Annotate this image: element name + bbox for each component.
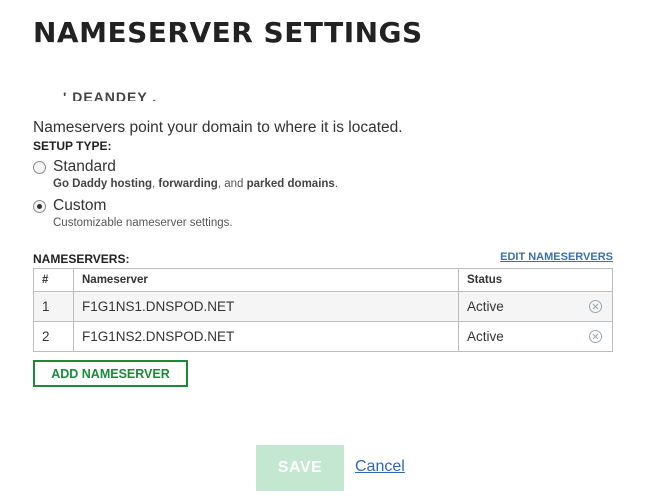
column-header-nameserver: Nameserver (73, 268, 459, 292)
help-part-sep2: , and (217, 178, 247, 190)
standard-label: Standard (53, 158, 116, 175)
table-row: 2 F1G1NS2.DNSPOD.NET Active (33, 321, 613, 352)
remove-circle-icon[interactable] (589, 300, 602, 313)
column-header-number: # (33, 268, 74, 292)
remove-circle-icon[interactable] (589, 330, 602, 343)
nameservers-table: # Nameserver Status 1 F1G1NS1.DNSPOD.NET… (33, 268, 613, 352)
table-header-row: # Nameserver Status (33, 268, 613, 292)
row-nameserver: F1G1NS1.DNSPOD.NET (73, 291, 459, 322)
page-title: NAMESERVER SETTINGS (33, 16, 423, 49)
radio-option-custom[interactable]: Custom (33, 197, 106, 215)
nameservers-label: NAMESERVERS: (33, 252, 130, 266)
save-button[interactable]: SAVE (256, 445, 344, 491)
setup-description: Nameservers point your domain to where i… (33, 119, 403, 136)
table-row: 1 F1G1NS1.DNSPOD.NET Active (33, 291, 613, 322)
row-status-cell: Active (458, 291, 613, 322)
row-number: 1 (33, 291, 74, 322)
clipped-text-fragment: ' DEANDEY , (33, 84, 333, 101)
edit-nameservers-link[interactable]: EDIT NAMESERVERS (500, 251, 613, 263)
custom-label: Custom (53, 197, 107, 214)
row-number: 2 (33, 321, 74, 352)
help-part-forwarding: forwarding (158, 178, 218, 190)
add-nameserver-button[interactable]: ADD NAMESERVER (33, 360, 188, 387)
help-part-hosting: Go Daddy hosting (53, 178, 153, 190)
row-status: Active (467, 299, 504, 314)
radio-option-standard[interactable]: Standard (33, 158, 116, 176)
setup-type-label: SETUP TYPE: (33, 139, 112, 153)
row-status-cell: Active (458, 321, 613, 352)
row-nameserver: F1G1NS2.DNSPOD.NET (73, 321, 459, 352)
row-status: Active (467, 329, 504, 344)
custom-radio[interactable] (33, 199, 46, 213)
standard-help-text: Go Daddy hosting, forwarding, and parked… (53, 178, 338, 190)
nameserver-settings-page: NAMESERVER SETTINGS ' DEANDEY , Nameserv… (0, 0, 671, 503)
custom-help-text: Customizable nameserver settings. (53, 217, 233, 229)
help-part-end: . (334, 178, 339, 190)
help-part-parked: parked domains (246, 178, 335, 190)
clipped-text: ' DEANDEY , (63, 89, 158, 101)
column-header-status: Status (458, 268, 613, 292)
cancel-link[interactable]: Cancel (355, 458, 405, 476)
standard-radio[interactable] (33, 160, 46, 174)
